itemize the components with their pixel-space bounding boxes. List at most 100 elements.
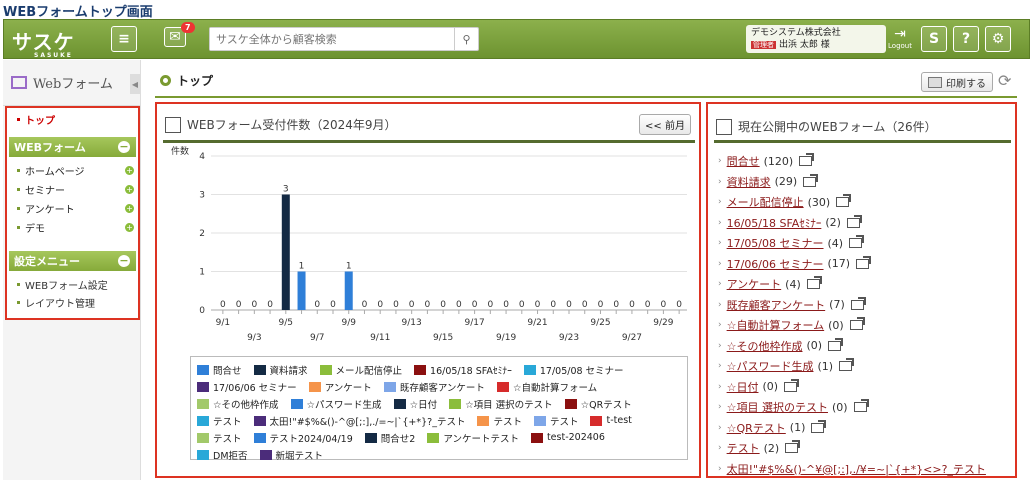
- sidebar-item-survey[interactable]: アンケート +: [7, 199, 138, 218]
- logout-button[interactable]: ⇥ Logout: [888, 26, 912, 50]
- legend-swatch: [319, 364, 332, 375]
- sidebar-item-form-settings[interactable]: WEBフォーム設定: [7, 275, 138, 293]
- share-icon[interactable]: [849, 235, 865, 249]
- legend-item[interactable]: 問合せ: [197, 363, 242, 377]
- app-logo[interactable]: サスケ SASUKE: [12, 26, 75, 59]
- form-link[interactable]: テスト: [727, 440, 760, 456]
- legend-item[interactable]: ☆QRテスト: [564, 397, 632, 411]
- legend-item[interactable]: テスト: [533, 414, 578, 428]
- expand-plus-icon[interactable]: +: [125, 204, 134, 213]
- legend-item[interactable]: 17/05/08 セミナー: [523, 363, 624, 377]
- form-link[interactable]: ☆パスワード生成: [727, 358, 814, 374]
- form-link[interactable]: 資料請求: [727, 174, 771, 190]
- legend-swatch: [253, 432, 266, 443]
- share-icon[interactable]: [853, 399, 869, 413]
- form-link[interactable]: ☆その他枠作成: [727, 338, 803, 354]
- user-info: デモシステム株式会社 管理者 出浜 太郎 様: [746, 25, 886, 53]
- share-icon[interactable]: [849, 317, 865, 331]
- share-icon[interactable]: [799, 153, 815, 167]
- form-link[interactable]: ☆項目 選択のテスト: [727, 399, 828, 415]
- legend-item[interactable]: アンケート: [308, 380, 372, 394]
- legend-item[interactable]: 資料請求: [253, 363, 308, 377]
- collapse-minus-icon[interactable]: −: [118, 255, 130, 267]
- search-input[interactable]: [210, 28, 450, 50]
- message-icon[interactable]: ✉ 7: [164, 22, 195, 47]
- form-icon: [11, 76, 27, 89]
- form-link[interactable]: メール配信停止: [727, 194, 804, 210]
- form-link[interactable]: 17/06/06 セミナー: [727, 256, 824, 272]
- sidebar-item-demo[interactable]: デモ +: [7, 218, 138, 237]
- search-icon[interactable]: ⚲: [454, 28, 478, 50]
- legend-item[interactable]: 16/05/18 SFAｾﾐﾅｰ: [414, 363, 512, 377]
- legend-item[interactable]: ☆日付: [393, 397, 438, 411]
- sidebar-collapse-button[interactable]: ◀: [130, 74, 140, 94]
- sasuke-icon[interactable]: S: [921, 26, 947, 52]
- legend-item[interactable]: ☆項目 選択のテスト: [449, 397, 553, 411]
- sidebar-section-settings[interactable]: 設定メニュー −: [9, 251, 136, 271]
- data-label: 0: [613, 300, 619, 310]
- share-icon[interactable]: [836, 194, 852, 208]
- form-link[interactable]: ☆自動計算フォーム: [727, 317, 825, 333]
- sidebar-item-top[interactable]: トップ: [7, 110, 138, 129]
- legend-label: ☆日付: [409, 399, 438, 411]
- form-link[interactable]: 太田!"#$%&()-^¥@[;:],./¥=~|`{+*}<>?_テスト: [727, 461, 986, 476]
- form-count: (0): [762, 380, 779, 394]
- share-icon[interactable]: [846, 214, 862, 228]
- legend-item[interactable]: 問合せ2: [364, 431, 415, 445]
- share-icon[interactable]: [856, 255, 872, 269]
- legend-item[interactable]: アンケートテスト: [427, 431, 519, 445]
- form-link[interactable]: 問合せ: [727, 153, 760, 169]
- legend-item[interactable]: t-test: [590, 415, 632, 426]
- sidebar-section-webform[interactable]: WEBフォーム −: [9, 137, 136, 157]
- expand-plus-icon[interactable]: +: [125, 166, 134, 175]
- collapse-minus-icon[interactable]: −: [118, 141, 130, 153]
- legend-item[interactable]: テスト: [197, 431, 242, 445]
- refresh-icon[interactable]: ⟳: [998, 71, 1011, 90]
- menu-icon[interactable]: ≡: [111, 26, 137, 52]
- share-icon[interactable]: [806, 276, 822, 290]
- share-icon[interactable]: [850, 296, 866, 310]
- chevron-right-icon: ›: [718, 381, 722, 392]
- legend-item[interactable]: 既存顧客アンケート: [383, 380, 485, 394]
- print-button[interactable]: 印刷する: [921, 72, 993, 92]
- form-link[interactable]: アンケート: [727, 276, 782, 292]
- legend-item[interactable]: ☆自動計算フォーム: [496, 380, 597, 394]
- gear-icon[interactable]: ⚙: [985, 26, 1011, 52]
- share-icon[interactable]: [811, 419, 827, 433]
- legend-item[interactable]: テスト: [197, 414, 242, 428]
- form-link[interactable]: 16/05/18 SFAｾﾐﾅｰ: [727, 215, 822, 231]
- share-icon[interactable]: [839, 358, 855, 372]
- expand-plus-icon[interactable]: +: [125, 223, 134, 232]
- logo-text: サスケ: [12, 30, 75, 54]
- legend-item[interactable]: DM拒否: [197, 448, 248, 462]
- legend-item[interactable]: 17/06/06 セミナー: [197, 380, 297, 394]
- legend-item[interactable]: ☆パスワード生成: [290, 397, 382, 411]
- legend-item[interactable]: メール配信停止: [319, 363, 402, 377]
- legend-item[interactable]: 新堀テスト: [259, 448, 323, 462]
- share-icon[interactable]: [828, 337, 844, 351]
- sidebar-item-seminar[interactable]: セミナー +: [7, 180, 138, 199]
- prev-month-button[interactable]: << 前月: [639, 114, 691, 135]
- chevron-right-icon: ›: [718, 156, 722, 167]
- sidebar-item-layout[interactable]: レイアウト管理: [7, 293, 138, 311]
- share-icon[interactable]: [784, 378, 800, 392]
- legend-item[interactable]: テスト: [477, 414, 522, 428]
- form-link[interactable]: 既存顧客アンケート: [727, 297, 826, 313]
- legend-item[interactable]: ☆その他枠作成: [197, 397, 279, 411]
- form-link[interactable]: 17/05/08 セミナー: [727, 235, 824, 251]
- legend-item[interactable]: テスト2024/04/19: [253, 431, 353, 445]
- role-badge: 管理者: [751, 41, 776, 49]
- legend-item[interactable]: 太田!"#$%&()-^@[;:],./=~|`{+*}?_テスト: [253, 414, 465, 428]
- bar-chart: 件数012340 0 0 0310 010 0 0 0 0 0 0 0 0 0 0 0 0 0 0 0 0 0 0 0 09/1…: [171, 145, 687, 343]
- form-link[interactable]: ☆日付: [727, 379, 759, 395]
- legend-item[interactable]: test-202406: [530, 432, 605, 443]
- bullet-icon: [17, 188, 20, 191]
- sidebar-item-homepage[interactable]: ホームページ +: [7, 161, 138, 180]
- chevron-right-icon: ›: [718, 176, 722, 187]
- form-link[interactable]: ☆QRテスト: [727, 420, 786, 436]
- expand-plus-icon[interactable]: +: [125, 185, 134, 194]
- help-icon[interactable]: ?: [953, 26, 979, 52]
- form-count: (2): [825, 216, 841, 230]
- share-icon[interactable]: [785, 440, 801, 454]
- share-icon[interactable]: [803, 173, 819, 187]
